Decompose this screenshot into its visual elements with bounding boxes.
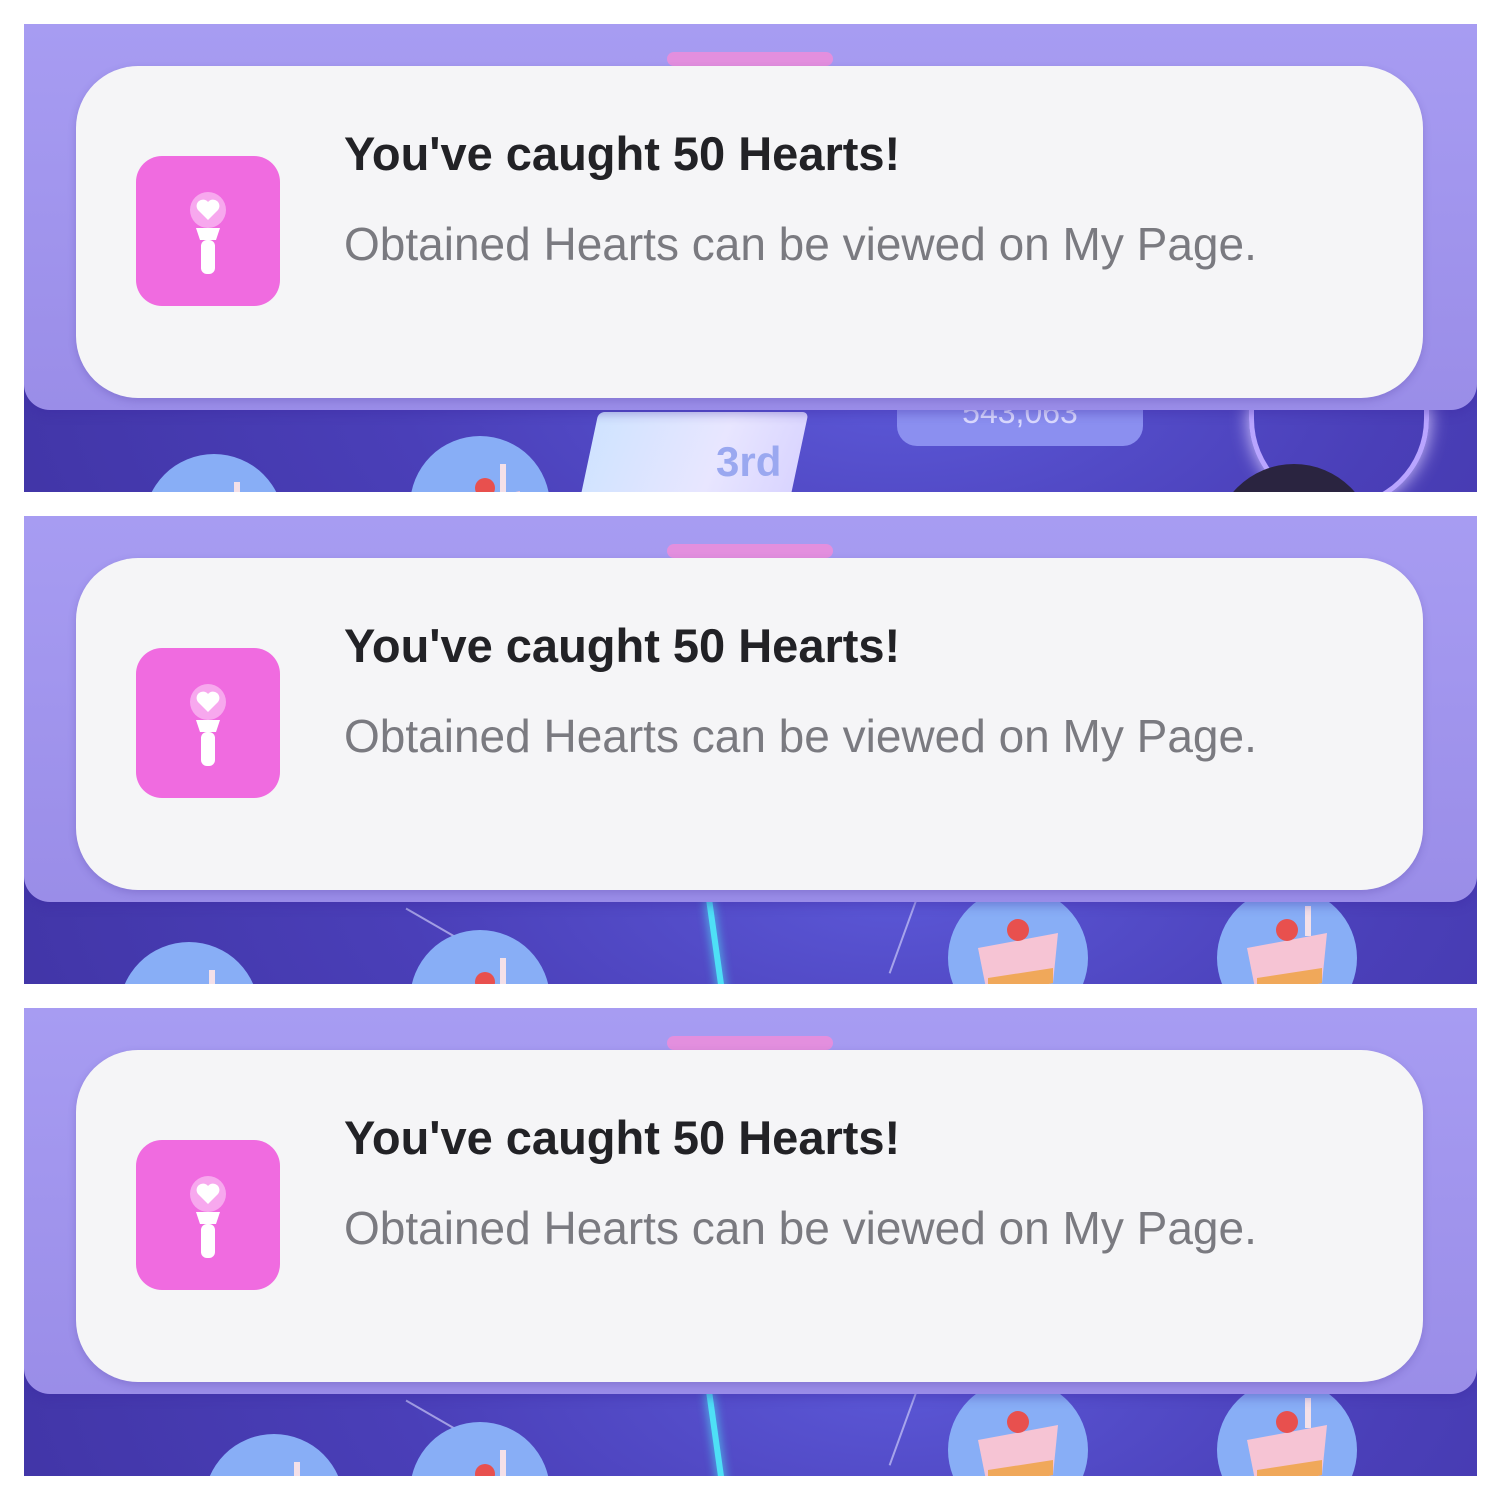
drag-handle[interactable] (667, 544, 833, 558)
rank-label: 3rd (716, 438, 782, 485)
lightstick-heart-icon (136, 156, 280, 306)
cake-bubble-icon[interactable] (144, 454, 284, 492)
cake-bubble-icon[interactable] (410, 1422, 550, 1476)
notification-screenshot-3: You've caught 50 Hearts! Obtained Hearts… (24, 1008, 1477, 1476)
notification-card[interactable]: You've caught 50 Hearts! Obtained Hearts… (76, 1050, 1423, 1382)
drag-handle[interactable] (667, 1036, 833, 1050)
notification-card[interactable]: You've caught 50 Hearts! Obtained Hearts… (76, 558, 1423, 890)
notification-body: Obtained Hearts can be viewed on My Page… (344, 1202, 1257, 1254)
cake-bubble-icon[interactable] (1217, 888, 1357, 984)
notification-title: You've caught 50 Hearts! (344, 127, 901, 180)
notification-card[interactable]: You've caught 50 Hearts! Obtained Hearts… (76, 66, 1423, 398)
notification-title: You've caught 50 Hearts! (344, 619, 901, 672)
notification-body: Obtained Hearts can be viewed on My Page… (344, 710, 1257, 762)
notification-screenshot-2: You've caught 50 Hearts! Obtained Hearts… (24, 516, 1477, 984)
cake-bubble-icon[interactable] (1217, 1380, 1357, 1476)
cake-bubble-icon[interactable] (119, 942, 259, 984)
cake-bubble-icon[interactable] (948, 888, 1088, 984)
cake-bubble-icon[interactable] (410, 930, 550, 984)
cake-bubble-icon[interactable] (204, 1434, 344, 1476)
cake-bubble-icon[interactable] (410, 436, 550, 492)
light-beam (705, 1388, 729, 1476)
notification-body: Obtained Hearts can be viewed on My Page… (344, 218, 1257, 270)
lightstick-heart-icon (136, 648, 280, 798)
cake-bubble-icon[interactable] (948, 1380, 1088, 1476)
light-beam (705, 896, 729, 984)
drag-handle[interactable] (667, 52, 833, 66)
lightstick-heart-icon (136, 1140, 280, 1290)
notification-title: You've caught 50 Hearts! (344, 1111, 901, 1164)
notification-screenshot-1: 3rd 543,063 You've caught 50 Hearts! Obt… (24, 24, 1477, 492)
